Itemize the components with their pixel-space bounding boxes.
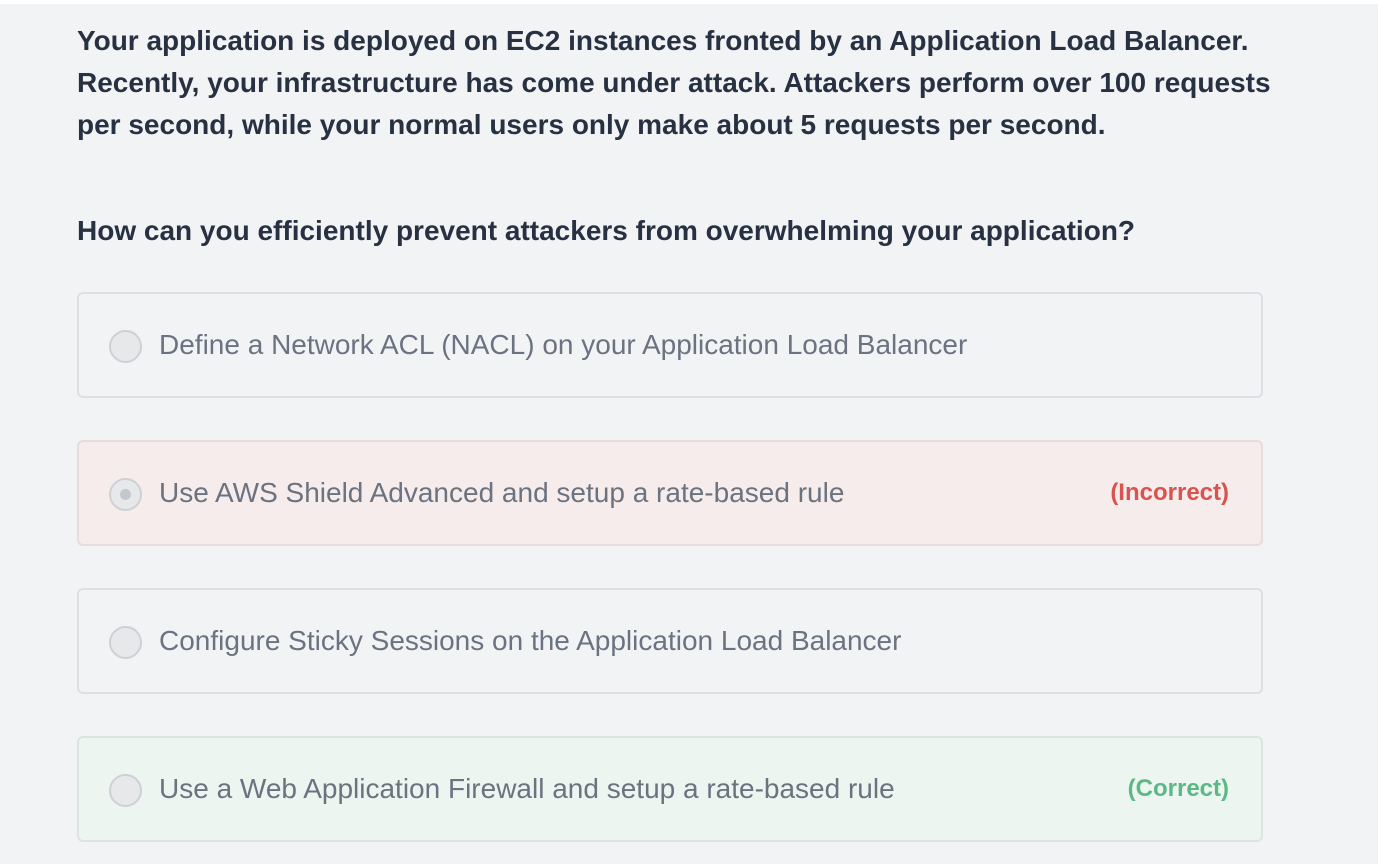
correct-badge: (Correct) [1127,775,1229,802]
answer-option-label: Use AWS Shield Advanced and setup a rate… [159,477,845,508]
answer-option-label: Configure Sticky Sessions on the Applica… [159,625,902,656]
answer-option-label: Define a Network ACL (NACL) on your Appl… [159,329,968,360]
answer-option-2[interactable]: Use AWS Shield Advanced and setup a rate… [77,440,1263,546]
answer-option-4[interactable]: Use a Web Application Firewall and setup… [77,736,1263,842]
answer-option-1[interactable]: Define a Network ACL (NACL) on your Appl… [77,292,1263,398]
top-strip [0,0,1378,4]
question-text: Your application is deployed on EC2 inst… [77,25,1271,140]
radio-button-icon[interactable] [109,774,142,807]
radio-button-icon[interactable] [109,626,142,659]
radio-button-icon[interactable] [109,478,142,511]
radio-dot [120,489,131,500]
answer-option-3[interactable]: Configure Sticky Sessions on the Applica… [77,588,1263,694]
quiz-page: Your application is deployed on EC2 inst… [0,0,1378,864]
radio-button-icon[interactable] [109,330,142,363]
incorrect-badge: (Incorrect) [1110,479,1229,506]
answer-option-label: Use a Web Application Firewall and setup… [159,773,895,804]
question-prompt: How can you efficiently prevent attacker… [77,215,1136,246]
